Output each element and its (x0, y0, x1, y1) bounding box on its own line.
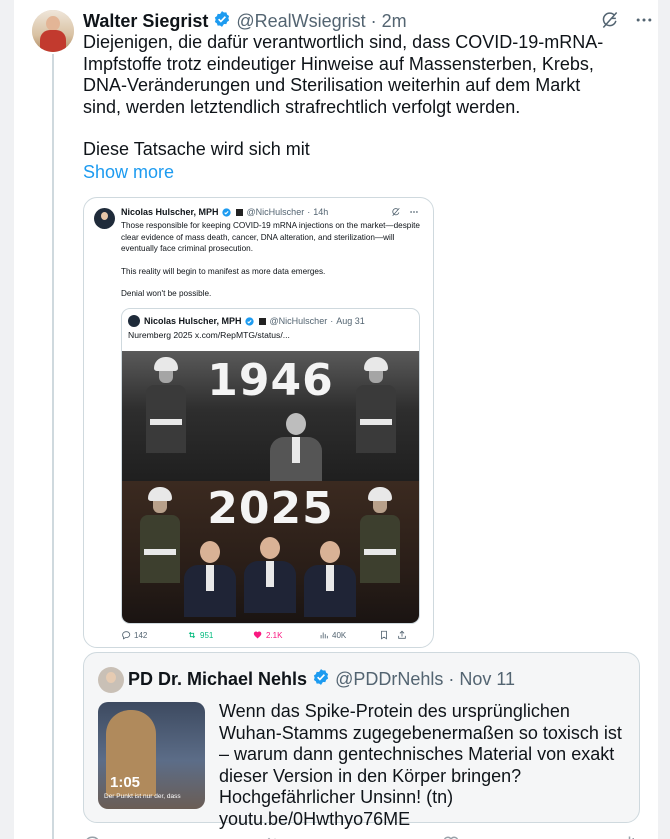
quoted-text: Wenn das Spike-Protein des ursprüngliche… (219, 701, 622, 829)
embedded-header: Nicolas Hulscher, MPH @NicHulscher · 14h (121, 207, 328, 217)
tweet-header: Walter Siegrist @RealWsiegrist · 2m (83, 9, 407, 33)
action-bar-partial (83, 830, 640, 839)
grok-icon (391, 207, 401, 219)
bookmark-icon (379, 630, 397, 640)
repost-count: 951 (200, 630, 214, 640)
more-icon (409, 207, 419, 219)
view-count: 40K (332, 630, 347, 640)
defendant-figure (244, 537, 296, 613)
defendant-figure (304, 541, 356, 617)
reply-icon (122, 631, 131, 640)
verified-badge-icon (213, 10, 231, 33)
verified-badge-icon (244, 316, 254, 326)
heart-icon (253, 631, 262, 639)
embedded-screenshot[interactable]: Nicolas Hulscher, MPH @NicHulscher · 14h… (83, 197, 434, 648)
embedded-quote-time: Aug 31 (336, 316, 365, 326)
quoted-avatar (98, 667, 124, 693)
embedded-quote-author: Nicolas Hulscher, MPH (144, 316, 242, 326)
embedded-handle: @NicHulscher (246, 207, 305, 217)
quoted-header: PD Dr. Michael Nehls @PDDrNehls · Nov 11 (128, 668, 515, 691)
embedded-quote-header: Nicolas Hulscher, MPH @NicHulscher · Aug… (128, 315, 365, 327)
year-label-2025: 2025 (207, 483, 334, 534)
views-icon (320, 632, 328, 639)
embedded-views: 40K (319, 630, 379, 640)
timestamp[interactable]: 2m (382, 11, 407, 32)
embedded-paragraph: Denial won't be possible. (121, 289, 212, 299)
repost-icon (188, 631, 196, 639)
quoted-author-name: PD Dr. Michael Nehls (128, 669, 308, 689)
thread-line (52, 54, 54, 839)
verified-badge-icon (221, 207, 231, 217)
quoted-time: Nov 11 (459, 669, 516, 689)
video-duration: 1:05 (110, 774, 141, 791)
embedded-paragraph: This reality will begin to manifest as m… (121, 266, 326, 276)
embedded-quote-handle: @NicHulscher (269, 316, 328, 326)
embedded-text: Those responsible for keeping COVID-19 m… (121, 220, 421, 300)
embedded-quote-avatar (128, 315, 140, 327)
share-icon (397, 630, 407, 640)
flag-icon (235, 208, 243, 216)
avatar[interactable] (32, 10, 74, 52)
defendant-figure (184, 541, 236, 617)
reply-count: 142 (134, 630, 148, 640)
quoted-tweet[interactable]: PD Dr. Michael Nehls @PDDrNehls · Nov 11… (83, 652, 640, 829)
embedded-like: 2.1K (253, 630, 319, 640)
author-handle[interactable]: @RealWsiegrist (236, 11, 365, 32)
embedded-quote-text: Nuremberg 2025 x.com/RepMTG/status/... (128, 330, 290, 340)
reply-icon[interactable] (83, 830, 101, 839)
embedded-action-bar: 142 951 2.1K 40K (121, 630, 421, 640)
embedded-paragraph: Those responsible for keeping COVID-19 m… (121, 221, 420, 254)
verified-badge-icon (312, 668, 330, 691)
tweet-text: Diejenigen, die dafür verantwortlich sin… (83, 32, 613, 161)
video-thumbnail[interactable]: 1:05 Der Punkt ist nur der, dass (98, 702, 205, 809)
embedded-quote-card: Nicolas Hulscher, MPH @NicHulscher · Aug… (121, 308, 420, 624)
like-count: 2.1K (266, 630, 283, 640)
separator: · (448, 669, 455, 689)
repost-icon[interactable] (263, 830, 281, 839)
embedded-reply: 142 (121, 630, 187, 640)
embedded-time: 14h (313, 207, 329, 217)
nuremberg-collage-image: 1946 2025 (122, 351, 419, 623)
defendant-figure (270, 413, 322, 489)
views-icon[interactable] (622, 830, 640, 839)
flag-icon (258, 317, 266, 325)
show-more-link[interactable]: Show more (83, 162, 174, 183)
tweet-paragraph: Diejenigen, die dafür verantwortlich sin… (83, 32, 604, 117)
quoted-handle: @PDDrNehls (335, 669, 444, 689)
embedded-avatar (94, 208, 115, 229)
grok-icon[interactable] (600, 10, 620, 30)
separator: · (370, 10, 377, 31)
tweet-top-icons (600, 10, 654, 30)
year-label-1946: 1946 (207, 355, 334, 406)
video-caption: Der Punkt ist nur der, dass (104, 793, 181, 800)
embedded-repost: 951 (187, 630, 253, 640)
embedded-top-icons (391, 207, 419, 219)
separator: · (330, 316, 334, 326)
author-name[interactable]: Walter Siegrist (83, 11, 208, 32)
embedded-author-name: Nicolas Hulscher, MPH (121, 207, 219, 217)
heart-icon[interactable] (442, 830, 460, 839)
separator: · (307, 207, 311, 217)
tweet-paragraph: Diese Tatsache wird sich mit (83, 139, 310, 159)
more-icon[interactable] (634, 10, 654, 30)
